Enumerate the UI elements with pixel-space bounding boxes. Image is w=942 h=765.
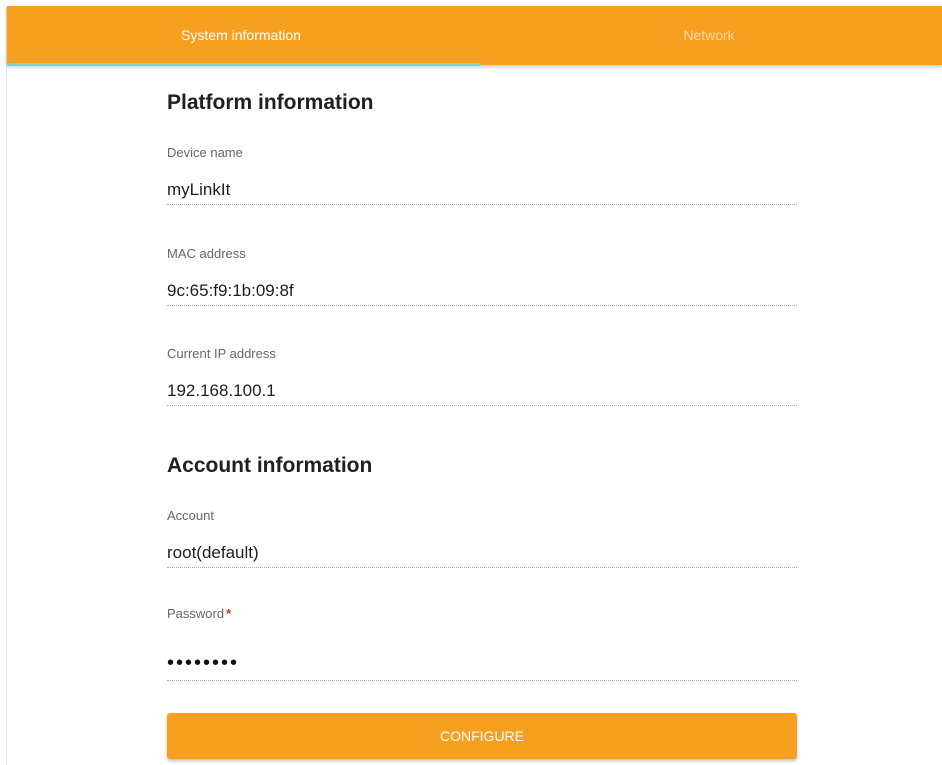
account-information-heading: Account information bbox=[167, 454, 373, 477]
password-label-text: Password bbox=[167, 606, 225, 621]
tab-system-information[interactable]: System information bbox=[7, 6, 475, 65]
mac-address-field[interactable] bbox=[167, 276, 797, 306]
device-name-label: Device name bbox=[167, 145, 243, 160]
mac-address-label: MAC address bbox=[167, 246, 246, 261]
app-frame: System information Network Platform info… bbox=[6, 6, 942, 765]
active-tab-indicator bbox=[7, 63, 481, 66]
current-ip-address-field[interactable] bbox=[167, 376, 797, 406]
password-label: Password * bbox=[167, 606, 231, 621]
platform-information-heading: Platform information bbox=[167, 91, 374, 114]
account-label: Account bbox=[167, 508, 214, 523]
configure-button[interactable]: CONFIGURE bbox=[167, 713, 797, 759]
required-asterisk: * bbox=[226, 606, 232, 621]
current-ip-address-label: Current IP address bbox=[167, 346, 276, 361]
account-field[interactable] bbox=[167, 538, 797, 568]
tab-network[interactable]: Network bbox=[475, 6, 942, 65]
device-name-field[interactable] bbox=[167, 175, 797, 205]
tab-bar: System information Network bbox=[7, 6, 942, 66]
password-field[interactable] bbox=[167, 641, 797, 681]
